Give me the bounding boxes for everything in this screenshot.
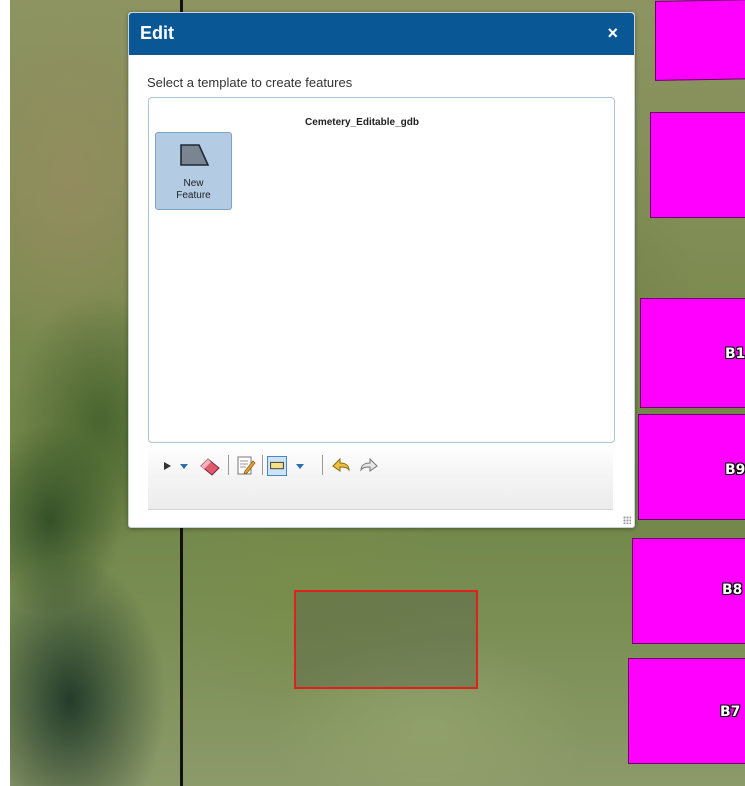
selection-rectangle[interactable] xyxy=(294,590,478,689)
plot-label-b9: B9 xyxy=(725,462,745,478)
template-picker: Cemetery_Editable_gdb New Feature xyxy=(148,97,615,443)
resize-grip[interactable] xyxy=(623,516,631,524)
eraser-icon[interactable] xyxy=(198,456,222,476)
redo-icon[interactable] xyxy=(358,456,380,476)
layer-name: Cemetery_Editable_gdb xyxy=(305,117,419,128)
polygon-icon xyxy=(180,144,209,166)
select-dropdown-icon[interactable] xyxy=(178,456,190,476)
edit-dialog: Edit × Select a template to create featu… xyxy=(128,12,635,528)
close-button[interactable]: × xyxy=(607,23,618,44)
instruction-text: Select a template to create features xyxy=(147,75,353,90)
dialog-title: Edit xyxy=(140,23,174,43)
dialog-header[interactable]: Edit × xyxy=(129,13,634,55)
plot-label-b8: B8 xyxy=(722,582,743,598)
toolbar-separator xyxy=(228,455,229,475)
shape-dropdown-icon[interactable] xyxy=(294,456,306,476)
plot-polygon-2[interactable] xyxy=(650,112,745,218)
template-new-feature[interactable]: New Feature xyxy=(155,132,232,210)
plot-label-b7: B7 xyxy=(720,704,741,720)
plot-label-b1: B1 xyxy=(725,346,745,362)
edit-toolbar xyxy=(148,445,613,510)
plot-polygon-top[interactable] xyxy=(655,0,745,81)
toolbar-separator xyxy=(262,455,263,475)
undo-icon[interactable] xyxy=(330,456,352,476)
toolbar-separator xyxy=(322,455,323,475)
attributes-icon[interactable] xyxy=(236,456,256,476)
template-label: New Feature xyxy=(176,178,211,201)
draw-shape-icon[interactable] xyxy=(266,456,288,476)
select-tool-icon[interactable] xyxy=(162,456,174,476)
